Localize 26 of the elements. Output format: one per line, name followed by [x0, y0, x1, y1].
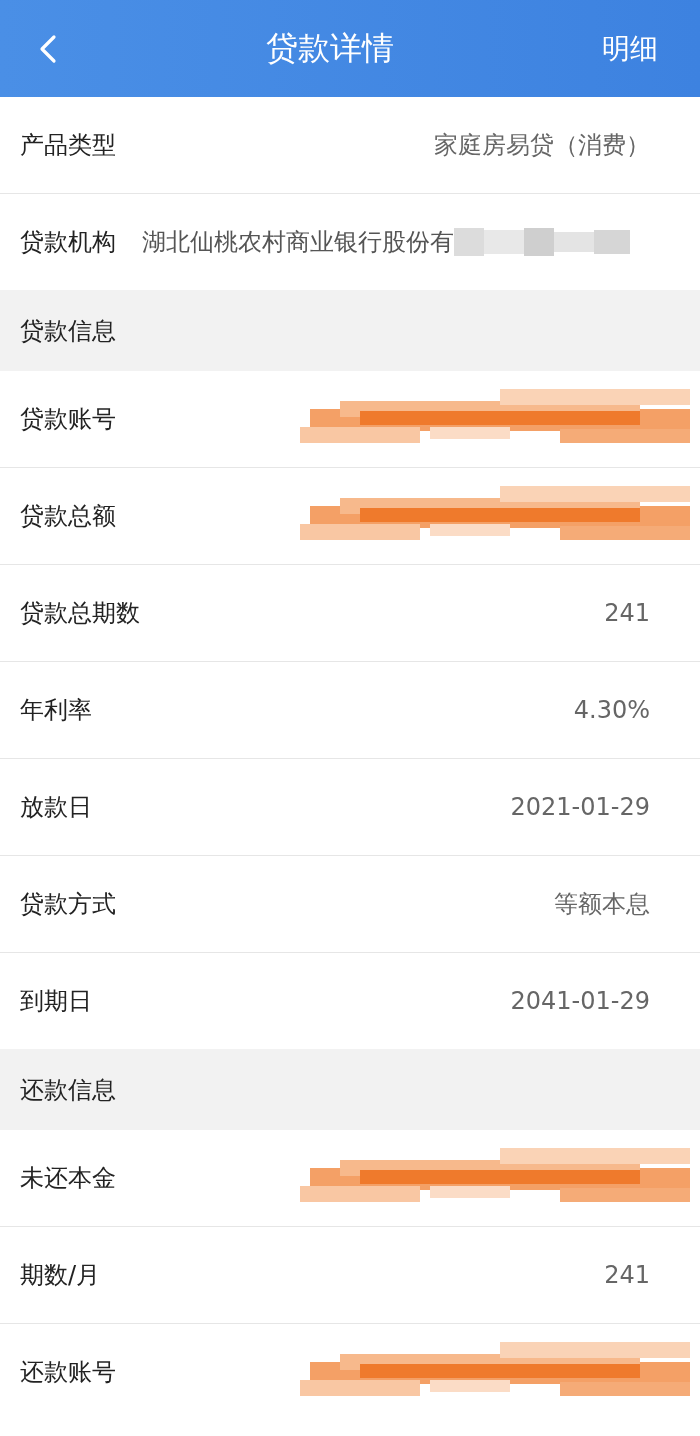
field-label: 贷款机构 — [20, 227, 116, 258]
section-title: 还款信息 — [20, 1074, 116, 1106]
field-value: 241 — [604, 1261, 650, 1289]
field-label: 产品类型 — [20, 130, 116, 161]
back-button[interactable] — [38, 33, 58, 64]
field-value: 241 — [604, 599, 650, 627]
field-label: 年利率 — [20, 695, 92, 726]
field-value: 2021-01-29 — [510, 793, 650, 821]
field-label: 贷款总期数 — [20, 598, 140, 629]
field-value: 等额本息 — [554, 889, 650, 920]
field-label: 贷款方式 — [20, 889, 116, 920]
field-value: 家庭房易贷（消费） — [434, 130, 650, 161]
details-link[interactable]: 明细 — [602, 29, 658, 68]
field-label: 放款日 — [20, 792, 92, 823]
field-value: 湖北仙桃农村商业银行股份有 — [142, 227, 454, 258]
page-title: 贷款详情 — [266, 27, 394, 69]
field-value: 2041-01-29 — [510, 987, 650, 1015]
field-label: 还款账号 — [20, 1357, 116, 1388]
field-label: 贷款总额 — [20, 501, 116, 532]
field-label: 到期日 — [20, 986, 92, 1017]
field-value: 4.30% — [573, 696, 650, 724]
field-label: 未还本金 — [20, 1163, 116, 1194]
section-title: 贷款信息 — [20, 315, 116, 347]
field-label: 期数/月 — [20, 1260, 101, 1291]
field-label: 贷款账号 — [20, 404, 116, 435]
back-chevron-icon — [38, 33, 58, 64]
